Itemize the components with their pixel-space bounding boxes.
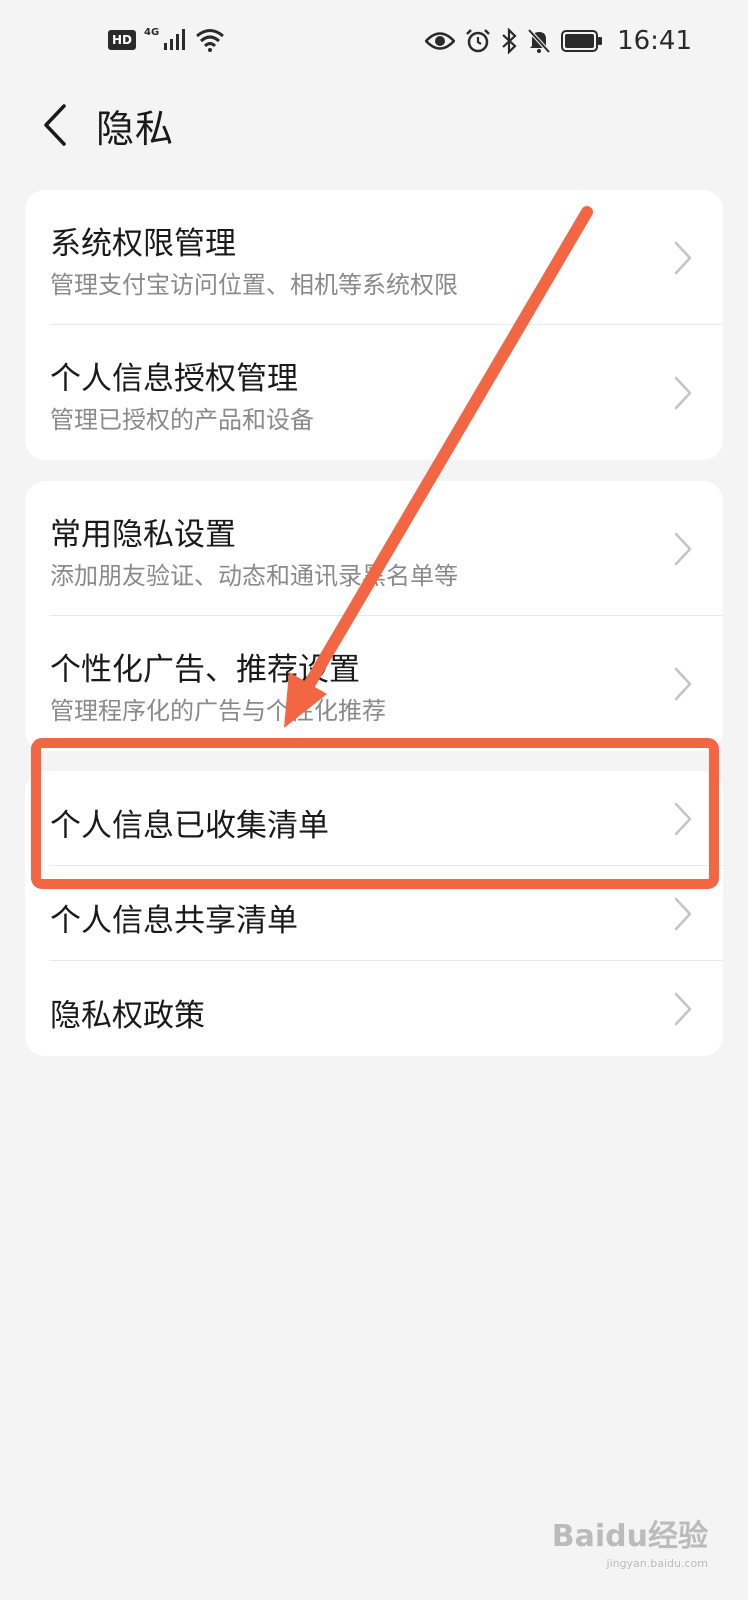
list-item-ad-recommendation[interactable]: 个性化广告、推荐设置 管理程序化的广告与个性化推荐: [25, 616, 723, 751]
status-right: 16:41: [425, 26, 692, 56]
settings-group-privacy: 常用隐私设置 添加朋友验证、动态和通讯录黑名单等 个性化广告、推荐设置 管理程序…: [25, 481, 723, 751]
settings-group-info-lists: 个人信息已收集清单 个人信息共享清单 隐私权政策: [25, 771, 723, 1056]
battery-icon: [561, 30, 603, 52]
list-item-privacy-policy[interactable]: 隐私权政策: [25, 961, 723, 1056]
list-item-collected-info[interactable]: 个人信息已收集清单: [25, 771, 723, 866]
item-title: 隐私权政策: [50, 998, 205, 1034]
item-subtitle: 管理支付宝访问位置、相机等系统权限: [50, 271, 458, 299]
chevron-right-icon: [674, 897, 692, 931]
settings-group-permissions: 系统权限管理 管理支付宝访问位置、相机等系统权限 个人信息授权管理 管理已授权的…: [25, 190, 723, 460]
network-type-label: 4G: [144, 26, 160, 38]
item-subtitle: 添加朋友验证、动态和通讯录黑名单等: [50, 562, 458, 590]
chevron-right-icon: [674, 992, 692, 1026]
page-title: 隐私: [96, 107, 175, 151]
item-title: 个人信息已收集清单: [50, 808, 329, 844]
chevron-right-icon: [674, 376, 692, 410]
item-subtitle: 管理程序化的广告与个性化推荐: [50, 697, 386, 725]
item-title: 常用隐私设置: [50, 517, 236, 553]
watermark-url: jingyan.baidu.com: [606, 1557, 708, 1570]
chevron-right-icon: [674, 241, 692, 275]
watermark-brand: Baidu经验: [551, 1519, 708, 1554]
mute-icon: [527, 28, 551, 54]
list-item-info-authorization[interactable]: 个人信息授权管理 管理已授权的产品和设备: [25, 325, 723, 460]
status-left: HD 4G: [108, 26, 225, 52]
item-title: 个人信息共享清单: [50, 903, 298, 939]
signal-icon: [164, 29, 186, 50]
chevron-right-icon: [674, 667, 692, 701]
list-item-common-privacy[interactable]: 常用隐私设置 添加朋友验证、动态和通讯录黑名单等: [25, 481, 723, 616]
hd-icon: HD: [108, 30, 137, 50]
clock: 16:41: [617, 26, 692, 56]
wifi-icon: [196, 29, 225, 52]
watermark: Baidu经验 jingyan.baidu.com: [552, 1511, 708, 1570]
eye-icon: [425, 32, 456, 50]
item-subtitle: 管理已授权的产品和设备: [50, 406, 314, 434]
item-title: 个人信息授权管理: [50, 361, 298, 397]
chevron-right-icon: [674, 532, 692, 566]
nav-bar: 隐私: [0, 86, 748, 182]
list-item-shared-info[interactable]: 个人信息共享清单: [25, 866, 723, 961]
list-item-system-permissions[interactable]: 系统权限管理 管理支付宝访问位置、相机等系统权限: [25, 190, 723, 325]
item-title: 个性化广告、推荐设置: [50, 652, 360, 688]
item-title: 系统权限管理: [50, 226, 236, 262]
alarm-icon: [466, 29, 490, 53]
chevron-left-icon: [44, 104, 66, 146]
status-bar: HD 4G 16:41: [0, 0, 748, 86]
back-button[interactable]: [30, 100, 80, 150]
chevron-right-icon: [674, 802, 692, 836]
bluetooth-icon: [502, 28, 517, 54]
